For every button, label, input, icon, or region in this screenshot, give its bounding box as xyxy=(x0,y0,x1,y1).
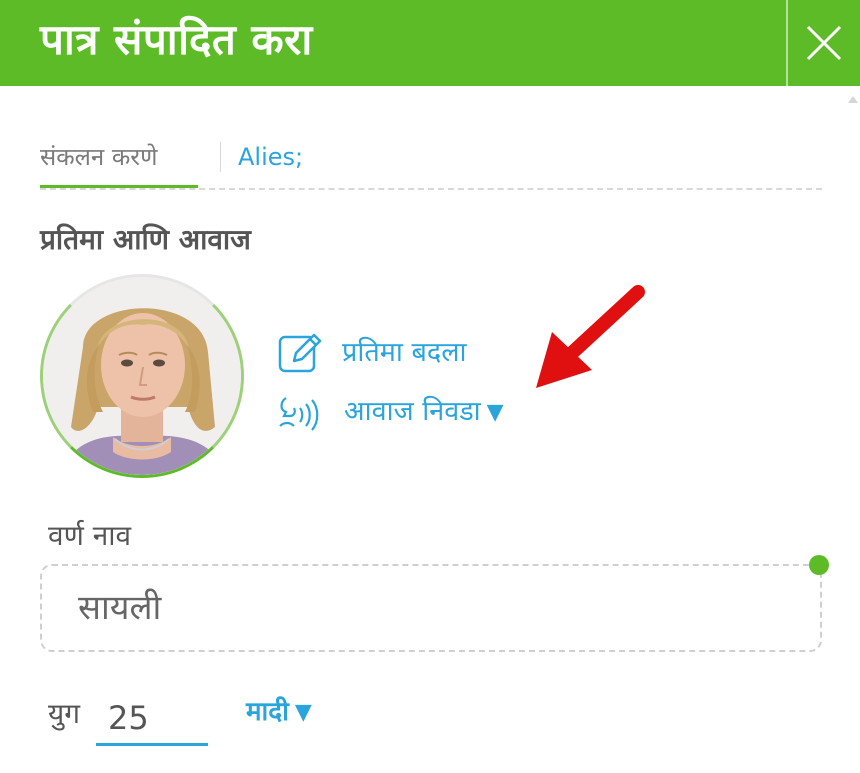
section-title: प्रतिमा आणि आवाज xyxy=(40,223,251,256)
tab-alias[interactable]: Alies; xyxy=(238,138,303,188)
age-input[interactable]: 25 xyxy=(96,694,208,746)
tab-compose[interactable]: संकलन करणे xyxy=(40,138,198,188)
name-input-value: सायली xyxy=(78,588,162,628)
select-voice-label: आवाज निवडा xyxy=(344,396,481,427)
name-field-label: वर्ण नाव xyxy=(48,519,132,552)
gender-select[interactable]: मादी ▼ xyxy=(246,692,312,732)
scroll-up-icon[interactable] xyxy=(848,96,858,103)
select-voice-button[interactable]: आवाज निवडा ▼ xyxy=(276,390,504,434)
age-input-value: 25 xyxy=(108,699,149,737)
tab-separator xyxy=(220,142,221,172)
age-field-label: युग xyxy=(48,697,81,730)
voice-icon xyxy=(279,397,319,431)
dialog-title: पात्र संपादित करा xyxy=(40,15,313,64)
close-button[interactable] xyxy=(788,0,860,86)
red-arrow-icon xyxy=(536,285,645,388)
dialog-header: पात्र संपादित करा xyxy=(0,0,860,86)
gender-select-value: मादी xyxy=(246,697,289,727)
name-input[interactable]: सायली xyxy=(40,564,822,652)
status-dot xyxy=(809,555,829,575)
gender-dropdown-caret-icon: ▼ xyxy=(294,699,312,725)
change-image-button[interactable]: प्रतिमा बदला xyxy=(276,328,467,378)
edit-icon xyxy=(278,333,322,373)
avatar xyxy=(40,274,244,478)
change-image-label: प्रतिमा बदला xyxy=(342,337,467,368)
character-portrait-icon xyxy=(43,277,241,475)
close-icon xyxy=(806,25,842,61)
voice-dropdown-caret-icon: ▼ xyxy=(486,399,504,425)
tab-bar: संकलन करणे Alies; xyxy=(40,138,822,190)
